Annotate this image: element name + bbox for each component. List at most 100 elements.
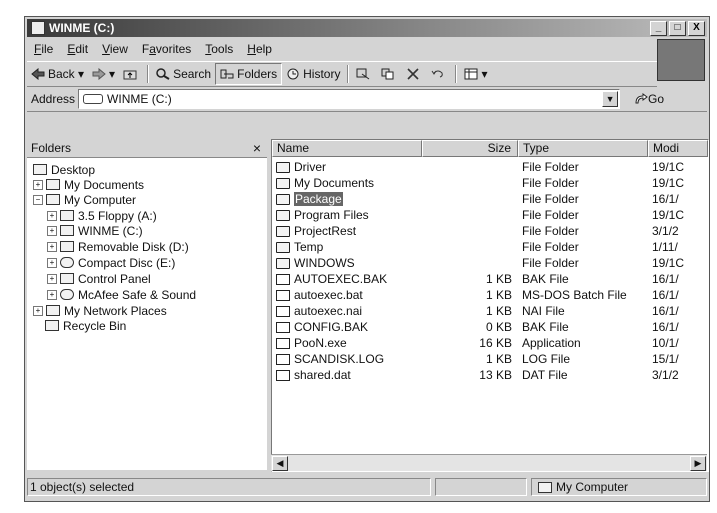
removable-disk-icon [60, 241, 74, 252]
file-row[interactable]: Package File Folder 16/1/ [272, 191, 708, 207]
tree-item-winme-c[interactable]: + WINME (C:) [47, 223, 143, 238]
tree-item-network-places[interactable]: + My Network Places [33, 303, 167, 318]
views-button[interactable]: ▾ [460, 64, 491, 84]
hard-drive-icon [60, 225, 74, 236]
file-name-cell: PooN.exe [272, 336, 422, 350]
tree-item-compact-disc[interactable]: + Compact Disc (E:) [47, 255, 175, 270]
file-list-header: Name Size Type Modi [272, 140, 708, 157]
toolbar-separator [455, 65, 458, 83]
expand-toggle[interactable]: + [47, 225, 57, 236]
expand-toggle[interactable]: + [33, 179, 43, 190]
tree-item-recycle-bin[interactable]: Recycle Bin [45, 318, 126, 333]
search-button[interactable]: Search [152, 64, 215, 84]
scroll-left-arrow-icon[interactable]: ◀ [272, 456, 288, 471]
file-type-cell: DAT File [522, 368, 568, 382]
move-to-button[interactable] [352, 64, 377, 84]
file-size-cell: 1 KB [485, 304, 512, 318]
desktop-icon [33, 164, 47, 175]
maximize-button[interactable]: □ [669, 20, 686, 36]
back-button[interactable]: Back ▾ [27, 64, 88, 84]
file-row[interactable]: CONFIG.BAK 0 KB BAK File 16/1/ [272, 319, 708, 335]
file-row[interactable]: shared.dat 13 KB DAT File 3/1/2 [272, 367, 708, 383]
tree-item-control-panel[interactable]: + Control Panel [47, 271, 151, 286]
undo-button[interactable] [427, 64, 452, 84]
expand-toggle[interactable]: + [47, 289, 57, 300]
close-folders-pane-button[interactable]: × [253, 140, 261, 156]
folder-icon [276, 225, 290, 237]
file-row[interactable]: Program Files File Folder 19/1C [272, 207, 708, 223]
file-type-cell: MS-DOS Batch File [522, 288, 627, 302]
file-row[interactable]: SCANDISK.LOG 1 KB LOG File 15/1/ [272, 351, 708, 367]
horizontal-scrollbar[interactable]: ◀ ▶ [271, 454, 707, 471]
file-name-cell: AUTOEXEC.BAK [272, 272, 422, 286]
up-button[interactable] [119, 64, 144, 84]
file-row[interactable]: AUTOEXEC.BAK 1 KB BAK File 16/1/ [272, 271, 708, 287]
file-type-cell: BAK File [522, 320, 569, 334]
floppy-drive-icon [60, 210, 74, 221]
delete-button[interactable] [402, 64, 427, 84]
file-name-cell: Driver [272, 160, 422, 174]
file-row[interactable]: WINDOWS File Folder 19/1C [272, 255, 708, 271]
tree-item-mcafee[interactable]: + McAfee Safe & Sound [47, 287, 196, 302]
computer-icon [46, 194, 60, 205]
copy-to-button[interactable] [377, 64, 402, 84]
menu-help[interactable]: Help [240, 42, 279, 56]
menu-tools[interactable]: Tools [198, 42, 240, 56]
column-header-size[interactable]: Size [422, 140, 518, 157]
mcafee-icon [60, 289, 74, 300]
menu-file[interactable]: File [27, 42, 60, 56]
address-dropdown-button[interactable]: ▼ [602, 91, 619, 107]
menu-edit[interactable]: Edit [60, 42, 95, 56]
column-header-modified[interactable]: Modi [648, 140, 708, 157]
search-icon [156, 68, 170, 80]
history-button[interactable]: History [282, 64, 344, 84]
undo-icon [432, 70, 444, 78]
forward-arrow-icon [92, 68, 106, 80]
toolbar-separator [147, 65, 150, 83]
folders-button[interactable]: Folders [215, 63, 283, 85]
expand-toggle[interactable]: + [47, 257, 57, 268]
file-row[interactable]: My Documents File Folder 19/1C [272, 175, 708, 191]
file-type-cell: LOG File [522, 352, 571, 366]
tree-item-desktop[interactable]: Desktop [33, 162, 95, 177]
file-row[interactable]: Driver File Folder 19/1C [272, 159, 708, 175]
expand-toggle[interactable]: + [33, 305, 43, 316]
file-size-cell: 1 KB [485, 288, 512, 302]
file-row[interactable]: autoexec.bat 1 KB MS-DOS Batch File 16/1/ [272, 287, 708, 303]
address-label: Address [31, 92, 76, 106]
window-title: WINME (C:) [49, 21, 115, 35]
go-button[interactable]: Go [634, 92, 664, 106]
menu-favorites[interactable]: Favorites [135, 42, 198, 56]
expand-toggle[interactable]: + [47, 273, 57, 284]
file-type-cell: NAI File [522, 304, 565, 318]
file-row[interactable]: ProjectRest File Folder 3/1/2 [272, 223, 708, 239]
tree-item-floppy[interactable]: + 3.5 Floppy (A:) [47, 208, 157, 223]
file-name-cell: shared.dat [272, 368, 422, 382]
folder-icon [276, 193, 290, 205]
expand-toggle[interactable]: + [47, 210, 57, 221]
address-input[interactable]: WINME (C:) ▼ [78, 89, 621, 109]
tree-item-my-documents[interactable]: + My Documents [33, 177, 144, 192]
file-row[interactable]: autoexec.nai 1 KB NAI File 16/1/ [272, 303, 708, 319]
scroll-right-arrow-icon[interactable]: ▶ [690, 456, 706, 471]
folder-icon [276, 241, 290, 253]
file-type-cell: File Folder [522, 256, 579, 270]
collapse-toggle[interactable]: − [33, 194, 43, 205]
column-header-name[interactable]: Name [272, 140, 422, 157]
menu-view[interactable]: View [95, 42, 135, 56]
file-row[interactable]: PooN.exe 16 KB Application 10/1/ [272, 335, 708, 351]
tree-item-my-computer[interactable]: − My Computer [33, 192, 136, 207]
standard-toolbar: Back ▾ ▾ Search Folders History ▾ [27, 61, 657, 87]
column-header-type[interactable]: Type [518, 140, 648, 157]
file-modified-cell: 19/1C [652, 256, 685, 270]
tree-item-removable-disk[interactable]: + Removable Disk (D:) [47, 239, 189, 254]
forward-button[interactable]: ▾ [88, 64, 119, 84]
minimize-button[interactable]: _ [650, 20, 667, 36]
status-selection: 1 object(s) selected [27, 478, 431, 496]
folder-tree: Desktop + My Documents − My Computer + 3… [27, 158, 267, 470]
expand-toggle[interactable]: + [47, 241, 57, 252]
file-type-cell: File Folder [522, 224, 579, 238]
title-bar[interactable]: WINME (C:) _ □ X [27, 19, 707, 37]
close-button[interactable]: X [688, 20, 705, 36]
file-row[interactable]: Temp File Folder 1/11/ [272, 239, 708, 255]
